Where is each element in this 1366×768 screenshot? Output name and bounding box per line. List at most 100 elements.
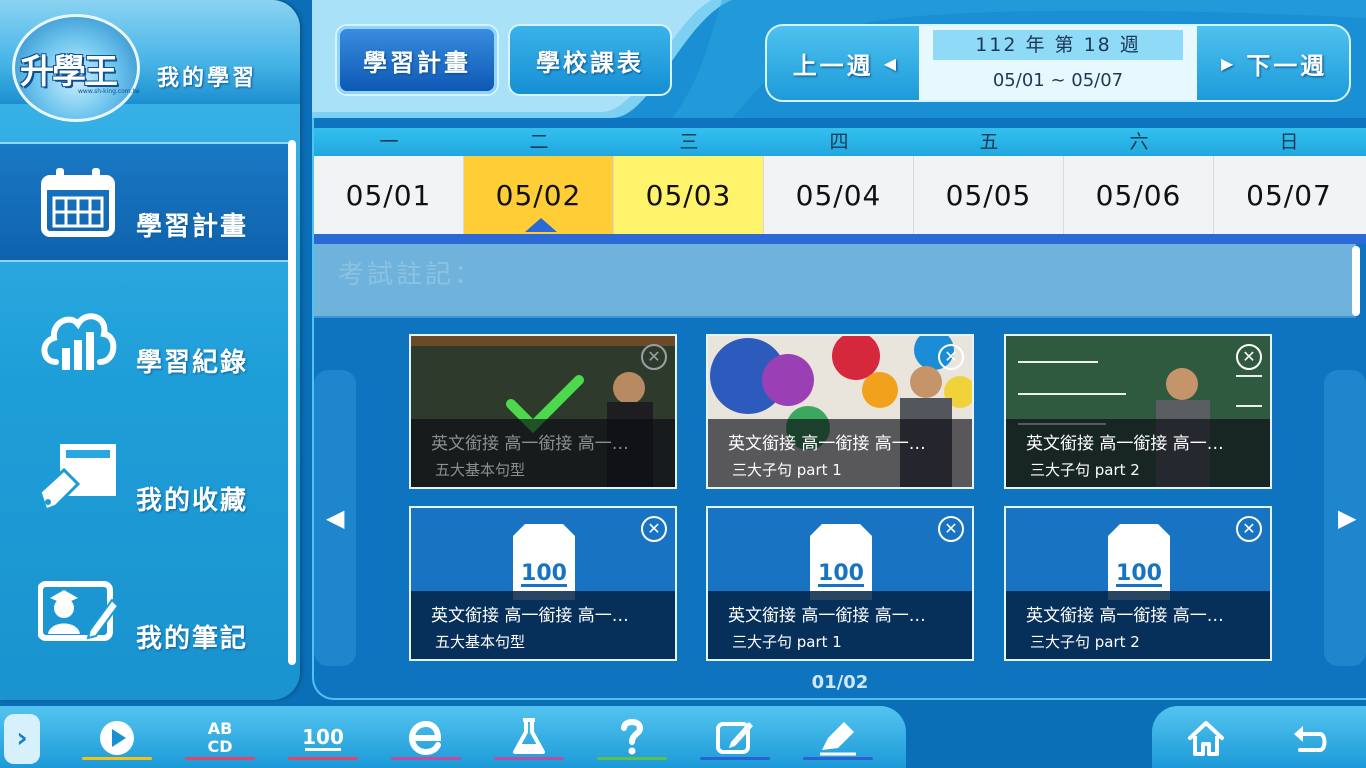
tool-abcd[interactable]: AB CD (181, 712, 259, 766)
next-page-button[interactable]: ▶ (1324, 370, 1366, 666)
cloud-chart-icon (41, 313, 117, 370)
card-subtitle: 五大基本句型 (435, 633, 526, 651)
quiz-score: 100 (1116, 561, 1162, 586)
score-100-icon: 100 (303, 725, 343, 751)
sidebar-scrollbar[interactable] (288, 140, 296, 665)
sidebar: 升學王 www.sh-king.com.tw 我的學習 學習計畫 學習紀錄 我的… (0, 0, 300, 700)
quiz-card[interactable]: 100 英文銜接 高一銜接 高一… 三大子句 part 2 ✕ (1004, 506, 1272, 661)
remove-icon[interactable]: ✕ (1236, 344, 1262, 370)
tool-underline (700, 757, 770, 760)
tab-school-timetable[interactable]: 學校課表 (508, 24, 672, 96)
note-edit-icon (716, 722, 753, 754)
tab-learning-plan[interactable]: 學習計畫 (335, 24, 499, 96)
remove-icon[interactable]: ✕ (938, 344, 964, 370)
date-cell[interactable]: 05/07 (1214, 156, 1364, 234)
tool-science[interactable] (490, 712, 568, 766)
weekday-label: 日 (1279, 131, 1299, 153)
logo-url: www.sh-king.com.tw (78, 88, 140, 95)
video-card[interactable]: 英文銜接 高一銜接 高一… 三大子句 part 2 ✕ (1004, 334, 1272, 489)
calendar-icon (41, 168, 115, 237)
date-row: 05/01 05/02 05/03 05/04 05/05 05/06 05/0… (314, 156, 1366, 234)
date-cell[interactable]: 05/05 (914, 156, 1064, 234)
triangle-left-icon: ◀ (883, 53, 899, 73)
sidebar-item-label: 學習紀錄 (136, 348, 249, 378)
main-panel: 一 二 三 四 五 六 日 05/01 05/02 05/03 05/04 05… (312, 118, 1366, 700)
sidebar-item-learning-record[interactable]: 學習紀錄 (0, 280, 290, 400)
week-date-range: 05/01 ~ 05/07 (992, 70, 1124, 91)
weekday-label: 二 (529, 131, 549, 153)
card-title: 英文銜接 高一銜接 高一… (728, 606, 926, 626)
weekday-label: 一 (379, 131, 399, 153)
selected-date-pointer (525, 218, 557, 232)
home-icon[interactable] (1186, 718, 1226, 758)
tool-score-100[interactable]: 100 (284, 712, 362, 766)
sidebar-item-label: 我的收藏 (136, 486, 249, 516)
card-subtitle: 三大子句 part 1 (732, 461, 842, 479)
bottom-toolbar: › AB CD 100 (0, 706, 906, 768)
tool-underline (82, 757, 152, 760)
date-cell[interactable]: 05/06 (1064, 156, 1214, 234)
video-card[interactable]: 英文銜接 高一銜接 高一… 三大子句 part 1 ✕ (706, 334, 974, 489)
back-icon[interactable] (1290, 718, 1330, 758)
tool-underline (288, 757, 358, 760)
quiz-card[interactable]: 100 英文銜接 高一銜接 高一… 三大子句 part 1 ✕ (706, 506, 974, 661)
remove-icon[interactable]: ✕ (641, 516, 667, 542)
quiz-score: 100 (818, 561, 864, 586)
exam-note-placeholder: 考試註記： (338, 260, 484, 290)
week-navigator: 上一週 ◀ 112 年 第 18 週 05/01 ~ 05/07 ▶ 下一週 (765, 24, 1351, 102)
triangle-right-icon: ▶ (1221, 53, 1237, 73)
week-display: 112 年 第 18 週 05/01 ~ 05/07 (919, 26, 1197, 100)
toolbar-toggle-button[interactable]: › (4, 714, 40, 764)
quiz-card[interactable]: 100 英文銜接 高一銜接 高一… 五大基本句型 ✕ (409, 506, 677, 661)
tool-play[interactable] (78, 712, 156, 766)
card-title: 英文銜接 高一銜接 高一… (1026, 434, 1224, 454)
pen-icon (820, 722, 856, 756)
quiz-paper-icon: 100 (810, 524, 872, 600)
card-caption: 英文銜接 高一銜接 高一… 三大子句 part 2 (1006, 591, 1270, 659)
quiz-paper-icon: 100 (1108, 524, 1170, 600)
card-caption: 英文銜接 高一銜接 高一… 三大子句 part 1 (708, 591, 972, 659)
logo: 升學王 (20, 52, 118, 92)
quiz-paper-icon: 100 (513, 524, 575, 600)
tool-underline (494, 757, 564, 760)
play-icon (100, 721, 134, 755)
weekday-label: 五 (979, 131, 999, 153)
remove-icon[interactable]: ✕ (938, 516, 964, 542)
week-number: 112 年 第 18 週 (933, 30, 1183, 60)
sidebar-item-label: 我的筆記 (136, 624, 249, 654)
card-title: 英文銜接 高一銜接 高一… (431, 434, 629, 454)
quiz-score: 100 (521, 561, 567, 586)
date-cell[interactable]: 05/04 (764, 156, 914, 234)
sidebar-item-notes[interactable]: 我的筆記 (0, 556, 290, 676)
tool-underline (803, 757, 873, 760)
arrow-right-icon: ▶ (1338, 504, 1357, 532)
remove-icon[interactable]: ✕ (1236, 516, 1262, 542)
next-week-button[interactable]: ▶ 下一週 (1199, 26, 1349, 100)
card-subtitle: 三大子句 part 1 (732, 633, 842, 651)
svg-text:AB: AB (208, 719, 233, 738)
date-cell-today[interactable]: 05/03 (614, 156, 764, 234)
video-card[interactable]: 英文銜接 高一銜接 高一… 五大基本句型 ✕ (409, 334, 677, 489)
tool-underline (597, 757, 667, 760)
weekday-label: 三 (679, 131, 699, 153)
arrow-left-icon: ◀ (326, 504, 345, 532)
tool-e[interactable] (387, 712, 465, 766)
sidebar-title: 我的學習 (157, 66, 258, 91)
remove-icon[interactable]: ✕ (641, 344, 667, 370)
exam-note-field[interactable]: 考試註記： (314, 244, 1356, 318)
tool-note[interactable] (696, 712, 774, 766)
card-caption: 英文銜接 高一銜接 高一… 五大基本句型 (411, 419, 675, 487)
brand-header: 升學王 www.sh-king.com.tw 我的學習 (0, 0, 300, 122)
sidebar-item-learning-plan[interactable]: 學習計畫 (0, 142, 290, 262)
prev-week-button[interactable]: 上一週 ◀ (767, 26, 917, 100)
date-cell[interactable]: 05/01 (314, 156, 464, 234)
card-caption: 英文銜接 高一銜接 高一… 三大子句 part 2 (1006, 419, 1270, 487)
tool-pen[interactable] (799, 712, 877, 766)
card-title: 英文銜接 高一銜接 高一… (1026, 606, 1224, 626)
prev-page-button[interactable]: ◀ (314, 370, 356, 666)
card-subtitle: 五大基本句型 (435, 461, 526, 479)
tool-question[interactable] (593, 712, 671, 766)
exam-note-scrollbar[interactable] (1352, 246, 1360, 316)
svg-text:CD: CD (207, 737, 232, 756)
sidebar-item-favorites[interactable]: 我的收藏 (0, 418, 290, 538)
